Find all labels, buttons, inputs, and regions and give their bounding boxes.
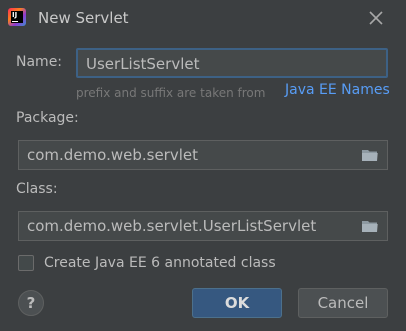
class-field[interactable]: com.demo.web.servlet.UserListServlet: [18, 211, 388, 241]
help-button[interactable]: ?: [18, 290, 44, 316]
annotated-class-checkbox[interactable]: [18, 255, 34, 271]
package-field[interactable]: com.demo.web.servlet: [18, 140, 388, 170]
package-label: Package:: [16, 110, 79, 126]
new-servlet-dialog: IJ New Servlet Name: UserListServlet pre…: [0, 0, 406, 331]
app-icon-text: IJ: [12, 11, 18, 19]
name-hint: prefix and suffix are taken from: [76, 86, 266, 100]
title-bar[interactable]: IJ New Servlet: [0, 0, 406, 38]
annotated-class-checkbox-label[interactable]: Create Java EE 6 annotated class: [44, 255, 276, 271]
close-icon: [369, 11, 383, 25]
java-ee-names-link[interactable]: Java EE Names: [285, 82, 390, 98]
close-button[interactable]: [364, 6, 388, 30]
dialog-title: New Servlet: [38, 9, 129, 27]
cancel-button[interactable]: Cancel: [298, 288, 388, 318]
folder-icon[interactable]: [361, 219, 379, 233]
class-value: com.demo.web.servlet.UserListServlet: [27, 217, 317, 235]
name-input[interactable]: UserListServlet: [76, 48, 388, 78]
intellij-app-icon: IJ: [8, 8, 26, 26]
ok-button[interactable]: OK: [192, 288, 282, 318]
class-label: Class:: [16, 181, 58, 197]
name-label: Name:: [16, 54, 63, 70]
folder-icon[interactable]: [361, 148, 379, 162]
package-value: com.demo.web.servlet: [27, 146, 198, 164]
